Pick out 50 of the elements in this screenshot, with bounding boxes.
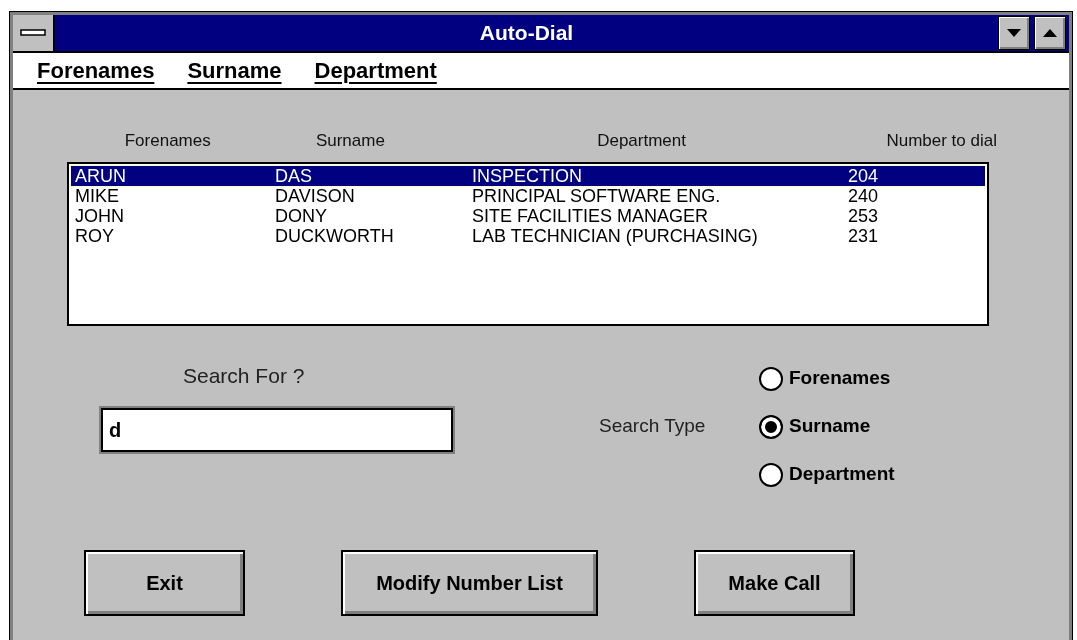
contact-list[interactable]: ARUN DAS INSPECTION 204 MIKE DAVISON PRINCIPAL SOFTWARE ENG. 240 JOHN DONY SITE FACILITIES MANAGER 253 ROY DUCKWORTH LAB TECHNICIAN (PURCHASING) 231 <box>67 161 989 326</box>
radio-button[interactable] <box>759 414 783 439</box>
caret-down-icon <box>1007 29 1021 37</box>
radio-label: Department <box>789 462 895 487</box>
list-cell-text: ARUN <box>75 166 127 185</box>
search-label: Search For ? <box>182 362 306 389</box>
command-button[interactable]: Modify Number List <box>341 549 598 616</box>
radio-button[interactable] <box>759 366 783 391</box>
list-cell-text: SITE FACILITIES MANAGER <box>472 206 710 225</box>
menu-item[interactable]: Surname <box>187 54 282 87</box>
list-cell-text: INSPECTION <box>472 166 583 185</box>
list-cell-text: LAB TECHNICIAN (PURCHASING) <box>472 226 759 245</box>
window-title: Auto-Dial <box>478 20 575 47</box>
menu-item[interactable]: Department <box>314 54 437 87</box>
list-cell-text: DONY <box>275 206 328 225</box>
system-menu-button[interactable] <box>13 15 55 51</box>
search-type-label: Search Type <box>599 413 707 438</box>
radio-option[interactable]: Surname <box>759 413 895 440</box>
column-header: Number to dial <box>885 130 997 152</box>
menu-item[interactable]: Forenames <box>37 54 155 87</box>
maximize-button[interactable] <box>1034 16 1066 50</box>
list-row[interactable]: MIKE DAVISON PRINCIPAL SOFTWARE ENG. 240 <box>71 185 985 206</box>
list-cell-text: 204 <box>848 166 880 185</box>
list-cell-text: DAS <box>275 166 313 185</box>
list-cell-text: JOHN <box>75 206 125 225</box>
radio-option[interactable]: Forenames <box>759 365 895 392</box>
list-cell-text: 240 <box>848 186 880 205</box>
radio-label: Surname <box>789 414 871 439</box>
radio-button[interactable] <box>759 462 783 487</box>
radio-label: Forenames <box>789 366 891 391</box>
list-cell-text: 231 <box>848 226 880 245</box>
column-header: Department <box>596 130 687 152</box>
minus-icon <box>20 29 46 37</box>
list-cell-text: 253 <box>848 206 880 225</box>
list-row[interactable]: ROY DUCKWORTH LAB TECHNICIAN (PURCHASING) 231 <box>71 225 985 246</box>
list-cell-text: MIKE <box>75 186 120 205</box>
column-header: Forenames <box>123 130 212 152</box>
search-field[interactable]: d <box>101 408 453 452</box>
list-cell-text: ROY <box>75 226 115 245</box>
command-button[interactable]: Make Call <box>694 549 855 616</box>
caret-up-icon <box>1043 29 1057 37</box>
list-cell-text: DAVISON <box>275 186 356 205</box>
column-header: Surname <box>314 130 386 152</box>
list-cell-text: DUCKWORTH <box>275 226 395 245</box>
list-row[interactable]: ARUN DAS INSPECTION 204 <box>71 165 985 186</box>
command-button[interactable]: Exit <box>84 549 245 616</box>
list-cell-text: PRINCIPAL SOFTWARE ENG. <box>472 186 722 205</box>
radio-option[interactable]: Department <box>759 461 895 488</box>
minimize-button[interactable] <box>998 16 1030 50</box>
list-row[interactable]: JOHN DONY SITE FACILITIES MANAGER 253 <box>71 205 985 226</box>
